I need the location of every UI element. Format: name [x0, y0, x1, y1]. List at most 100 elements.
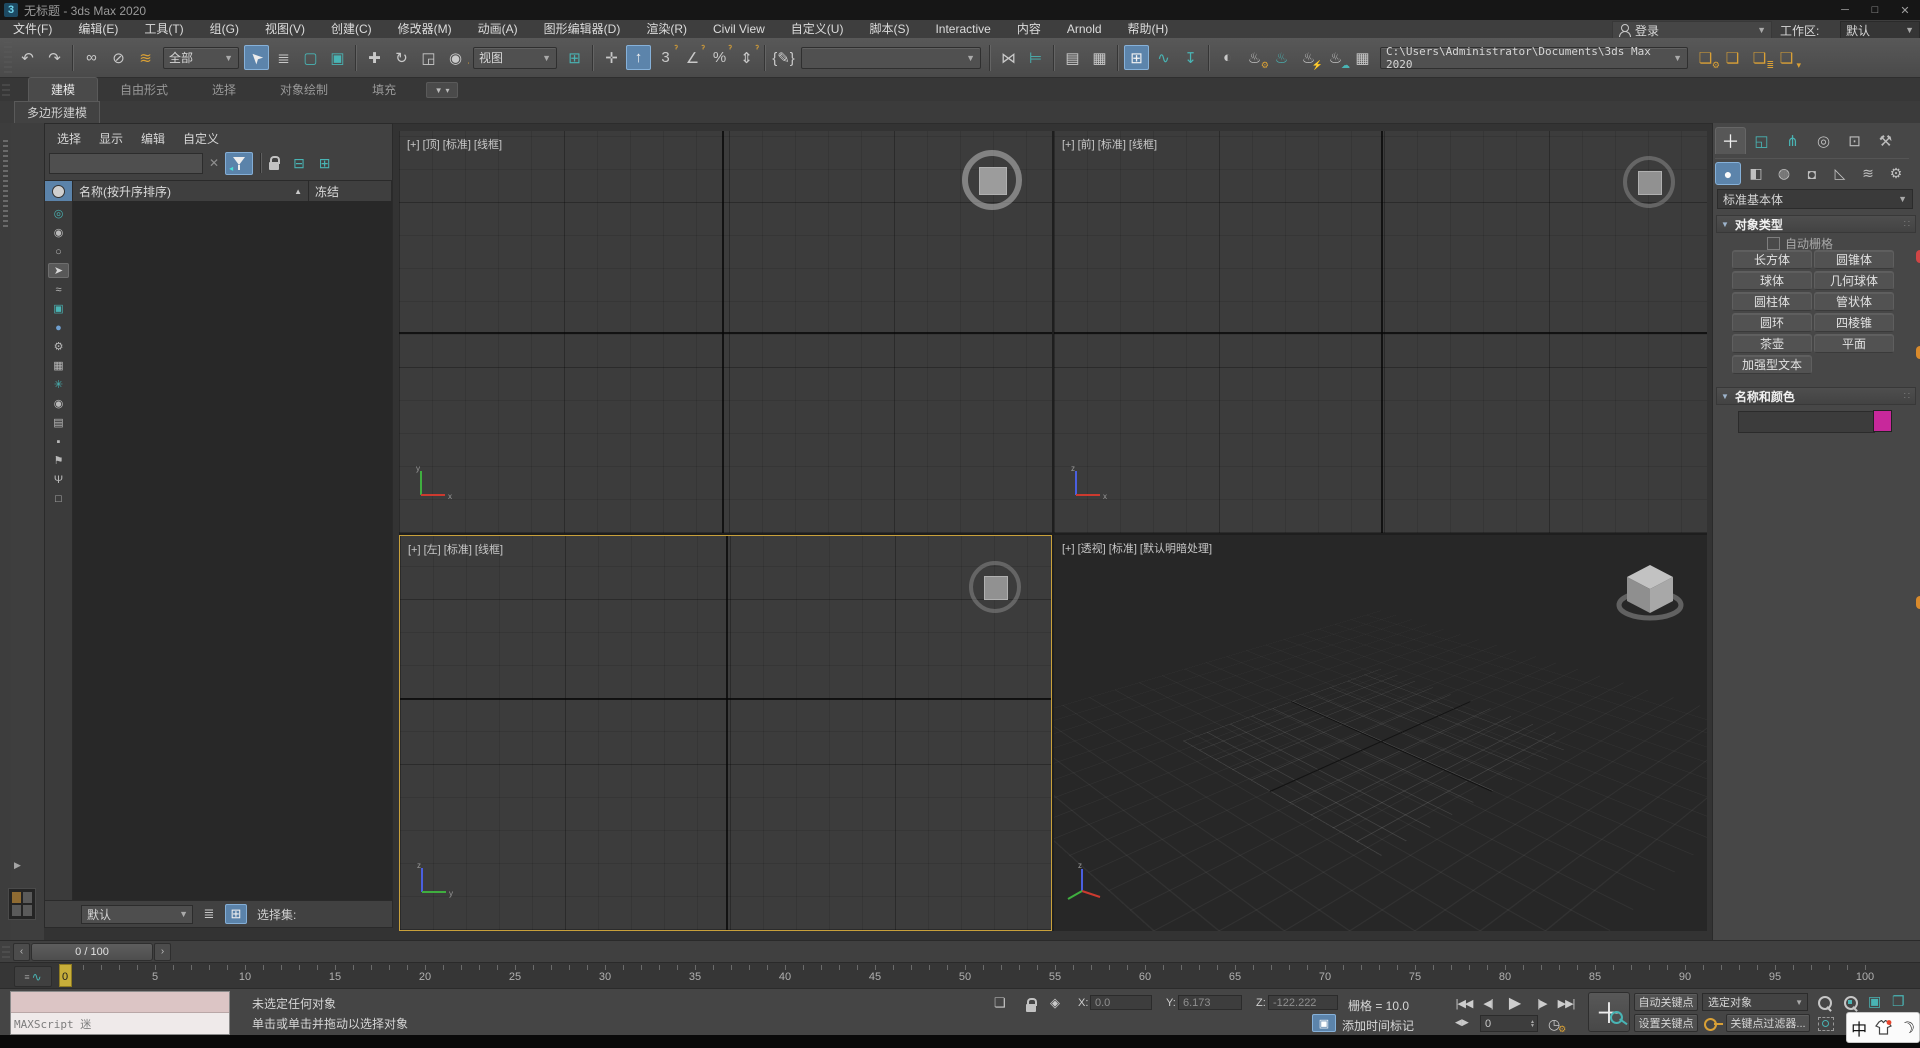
play-button[interactable]: ▶: [1500, 993, 1530, 1013]
align-icon[interactable]: ⊨: [1023, 45, 1048, 70]
menu-item-3[interactable]: 组(G): [197, 20, 252, 38]
redo-icon[interactable]: ↷: [42, 45, 67, 70]
systems-icon[interactable]: ⚙: [1883, 162, 1909, 185]
menu-item-15[interactable]: Arnold: [1054, 20, 1115, 38]
menu-item-7[interactable]: 动画(A): [465, 20, 531, 38]
object-color-swatch[interactable]: [1873, 410, 1892, 432]
rectangular-selection-icon[interactable]: ▢: [298, 45, 323, 70]
maximize-button[interactable]: □: [1860, 0, 1890, 20]
viewcube-icon[interactable]: [1614, 555, 1686, 627]
viewport-left-label[interactable]: [+] [左] [标准] [线框]: [408, 541, 503, 557]
spacewarps-icon[interactable]: ≋: [1855, 162, 1881, 185]
select-and-rotate-icon[interactable]: ↻: [389, 45, 414, 70]
primitive-button-0[interactable]: 长方体: [1732, 250, 1812, 269]
login-dropdown[interactable]: 登录 ▼: [1612, 21, 1772, 39]
ime-skin-shirt-icon[interactable]: [1875, 1020, 1892, 1035]
zoom-extents-all-icon[interactable]: ❐: [1892, 993, 1905, 1010]
ribbon-tab-对象绘制[interactable]: 对象绘制: [258, 78, 350, 101]
cameras-icon[interactable]: ◘: [1799, 162, 1825, 185]
camera-filter-icon[interactable]: ◉: [48, 396, 69, 411]
project-folder-options-icon[interactable]: ❏⚙: [1693, 45, 1718, 70]
menu-item-10[interactable]: Civil View: [700, 20, 778, 38]
helpers-icon[interactable]: ◺: [1827, 162, 1853, 185]
menu-item-9[interactable]: 渲染(R): [633, 20, 700, 38]
menu-item-12[interactable]: 脚本(S): [856, 20, 922, 38]
explorer-menu-0[interactable]: 选择: [51, 130, 93, 147]
y-coordinate-field[interactable]: 6.173: [1178, 995, 1242, 1010]
rendered-frame-window-icon[interactable]: ♨: [1269, 45, 1294, 70]
x-coordinate-field[interactable]: 0.0: [1090, 995, 1152, 1010]
autogrid-checkbox[interactable]: [1767, 237, 1780, 250]
menu-item-2[interactable]: 工具(T): [131, 20, 196, 38]
explorer-preset-dropdown[interactable]: 默认 ▼: [81, 905, 193, 924]
list-view-icon[interactable]: ≣: [199, 905, 219, 923]
primitive-button-7[interactable]: 四棱锥: [1814, 313, 1894, 332]
ime-fullwidth-moon-icon[interactable]: ☽: [1897, 1015, 1918, 1039]
spinner-icon[interactable]: ▲▼: [1530, 1020, 1537, 1028]
viewcube-icon[interactable]: [966, 558, 1024, 616]
key-filter-scope-dropdown[interactable]: 选定对象 ▼: [1702, 993, 1808, 1011]
reference-coordinate-dropdown[interactable]: 视图▼: [473, 47, 557, 69]
ik-filter-icon[interactable]: Ψ: [48, 472, 69, 487]
explorer-object-list[interactable]: [73, 201, 392, 901]
render-setup-icon[interactable]: ♨⚙: [1242, 45, 1267, 70]
viewport-perspective[interactable]: [+] [透视] [标准] [默认明暗处理] z: [1054, 535, 1707, 931]
container-filter-icon[interactable]: □: [48, 491, 69, 506]
mirror-icon[interactable]: ⋈: [996, 45, 1021, 70]
workspace-dropdown[interactable]: 默认 ▼: [1840, 21, 1920, 39]
isolate-selection-icon[interactable]: ❏: [994, 995, 1006, 1011]
menu-item-13[interactable]: Interactive: [922, 20, 1003, 38]
select-object-icon[interactable]: ➤: [244, 45, 269, 70]
display-tab[interactable]: ⊡: [1839, 127, 1870, 154]
menu-item-14[interactable]: 内容: [1004, 20, 1054, 38]
toggle-layer-explorer-icon[interactable]: ▦: [1087, 45, 1112, 70]
zoom-region-icon[interactable]: [1818, 1017, 1834, 1031]
mini-curve-editor-icon[interactable]: ≡∿: [14, 966, 52, 987]
clear-search-icon[interactable]: ✕: [209, 156, 219, 170]
shapes-icon[interactable]: ◧: [1743, 162, 1769, 185]
utilities-tab[interactable]: ⚒: [1870, 127, 1901, 154]
zoom-icon[interactable]: [1818, 996, 1832, 1010]
key-filters-button[interactable]: 关键点过滤器...: [1726, 1014, 1810, 1032]
asset-library-icon[interactable]: ▦: [1350, 45, 1375, 70]
key-mode-toggle-icon[interactable]: ◀▶: [1455, 1017, 1469, 1028]
time-slider-grip[interactable]: 0 / 100: [31, 943, 153, 961]
project-folder-tree-icon[interactable]: ❏≣: [1747, 45, 1772, 70]
previous-frame-button[interactable]: ‹: [13, 943, 30, 961]
percent-snap-icon[interactable]: %ˀ: [707, 45, 732, 70]
ribbon-tab-自由形式[interactable]: 自由形式: [98, 78, 190, 101]
spacewarp-filter-icon[interactable]: ≈: [48, 282, 69, 297]
bind-to-space-warp-icon[interactable]: ≋: [133, 45, 158, 70]
time-slider-drag-handle[interactable]: [2, 945, 10, 958]
go-to-end-button[interactable]: ▶▶|: [1554, 993, 1578, 1013]
lock-icon[interactable]: [269, 162, 279, 170]
ime-language-icon[interactable]: 中: [1851, 1016, 1867, 1040]
previous-frame-playback-button[interactable]: ◀|: [1478, 993, 1498, 1013]
key-steps-icon[interactable]: [1702, 1014, 1722, 1032]
add-time-tag[interactable]: 添加时间标记: [1342, 1017, 1414, 1034]
grid-view-icon[interactable]: ⊞: [225, 904, 247, 924]
maxscript-mini-listener[interactable]: MAXScript 迷: [10, 991, 230, 1035]
viewcube-icon[interactable]: [1620, 153, 1678, 211]
menu-item-4[interactable]: 视图(V): [252, 20, 318, 38]
toolbar-drag-handle[interactable]: [4, 42, 12, 73]
explorer-search-input[interactable]: [49, 153, 203, 174]
unlink-selection-icon[interactable]: ⊘: [106, 45, 131, 70]
frozen-column-header[interactable]: 冻结: [309, 181, 392, 201]
primitive-button-9[interactable]: 平面: [1814, 334, 1894, 353]
primitive-category-dropdown[interactable]: 标准基本体 ▼: [1717, 189, 1913, 209]
display-selected-icon[interactable]: ◉: [48, 225, 69, 240]
ribbon-overflow-dropdown[interactable]: ▼▾: [426, 82, 458, 98]
ribbon-tab-选择[interactable]: 选择: [190, 78, 258, 101]
render-in-cloud-icon[interactable]: ♨☁: [1323, 45, 1348, 70]
ribbon-drag-handle[interactable]: [2, 82, 10, 96]
geometry-filter-icon[interactable]: ▣: [48, 301, 69, 316]
current-frame-field[interactable]: 0 ▲▼: [1480, 1015, 1538, 1032]
project-folder-filter-icon[interactable]: ❏▾: [1774, 45, 1799, 70]
viewport-front[interactable]: [+] [前] [标准] [线框] zx: [1054, 131, 1707, 533]
named-selection-dropdown[interactable]: ▼: [801, 47, 981, 69]
name-column-header[interactable]: 名称(按升序排序) ▲: [73, 181, 309, 201]
primitive-button-3[interactable]: 几何球体: [1814, 271, 1894, 290]
viewport-left-active[interactable]: [+] [左] [标准] [线框] zy: [399, 535, 1052, 931]
zoom-extents-icon[interactable]: ▣: [1868, 993, 1881, 1010]
